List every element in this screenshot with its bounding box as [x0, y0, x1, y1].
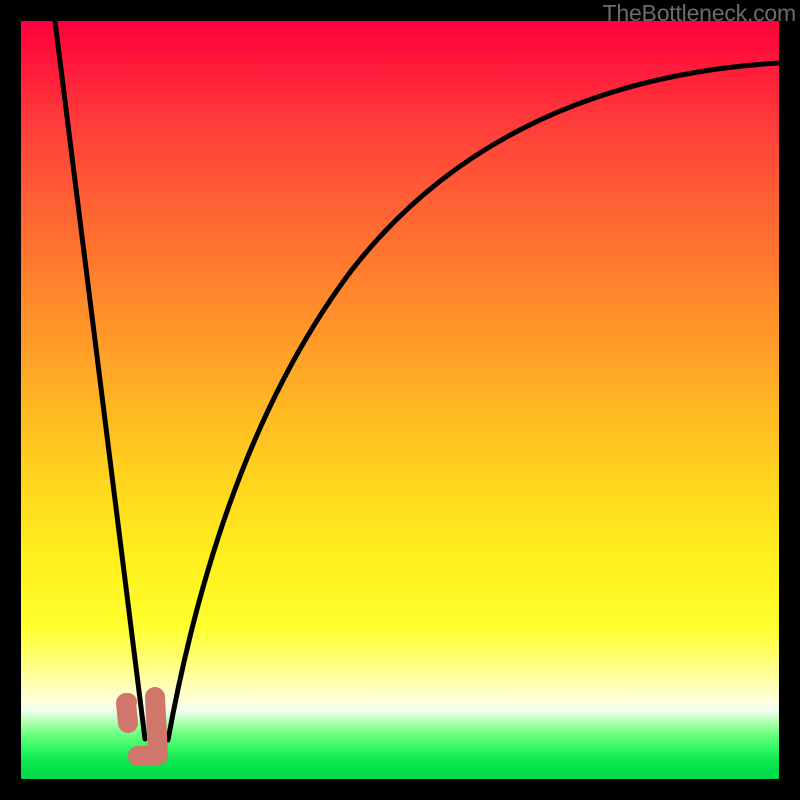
chart-overlay	[21, 21, 779, 779]
curve-left-arm	[55, 21, 145, 739]
plot-area	[21, 21, 779, 779]
chart-frame: TheBottleneck.com	[0, 0, 800, 800]
curve-right-arm	[168, 63, 779, 740]
